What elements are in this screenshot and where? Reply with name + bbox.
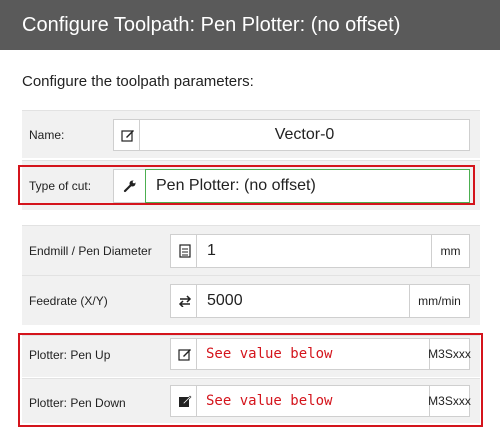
pen-settings-highlight (18, 333, 483, 427)
edit-icon (114, 120, 141, 150)
dialog-header: Configure Toolpath: Pen Plotter: (no off… (0, 0, 500, 50)
feedrate-row: Feedrate (X/Y) 5000 mm/min (22, 275, 480, 325)
diameter-label: Endmill / Pen Diameter (29, 244, 152, 258)
diameter-icon-box (170, 234, 197, 268)
feedrate-label: Feedrate (X/Y) (29, 294, 108, 308)
feedrate-icon-box (170, 284, 197, 318)
dialog-title: Configure Toolpath: Pen Plotter: (no off… (22, 14, 401, 36)
diameter-row: Endmill / Pen Diameter 1 mm (22, 225, 480, 275)
name-row: Name: Vector-0 (22, 110, 480, 158)
name-input[interactable]: Vector-0 (139, 119, 470, 151)
intro-text: Configure the toolpath parameters: (22, 73, 254, 90)
feedrate-input[interactable]: 5000 (196, 284, 410, 318)
name-icon-box (113, 119, 140, 151)
feedrate-unit: mm/min (409, 284, 470, 318)
type-of-cut-highlight (18, 165, 475, 205)
arrows-icon (171, 285, 198, 317)
diameter-input[interactable]: 1 (196, 234, 432, 268)
name-label: Name: (29, 128, 65, 142)
diameter-unit: mm (431, 234, 470, 268)
layers-icon (171, 235, 198, 267)
